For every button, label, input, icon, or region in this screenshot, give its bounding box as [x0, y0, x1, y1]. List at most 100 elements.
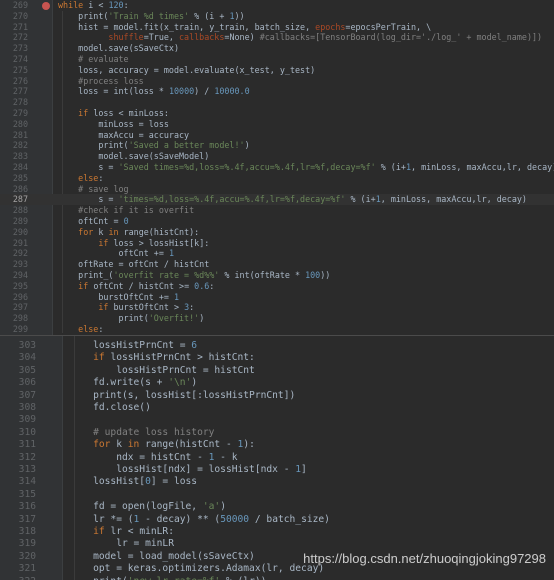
line-number: 275 — [12, 64, 28, 75]
code-line[interactable]: 277 loss = int(loss * 10000) / 10000.0 — [0, 86, 554, 97]
code-token: : — [123, 0, 129, 10]
code-text: loss, accuracy = model.evaluate(x_test, … — [58, 65, 315, 76]
code-token: minLoss = loss — [58, 118, 169, 129]
code-line[interactable]: 299 else: — [0, 324, 554, 335]
code-token: - k — [214, 451, 238, 463]
code-line[interactable]: 322 print('new lr rate=%f' % (lr)) — [0, 576, 554, 580]
code-line[interactable]: 283 model.save(sSaveModel) — [0, 151, 554, 162]
code-line[interactable]: 316 fd = open(logFile, 'a') — [0, 501, 554, 513]
code-token: - decay) ** ( — [139, 513, 221, 525]
code-token: if — [78, 280, 94, 291]
code-line[interactable]: 273 model.save(sSaveCtx) — [0, 43, 554, 54]
code-line[interactable]: 317 lr *= (1 - decay) ** (50000 / batch_… — [0, 514, 554, 526]
code-token: < — [93, 0, 109, 10]
code-token: : — [189, 302, 195, 313]
code-token: loss < minLoss: — [93, 108, 169, 118]
code-token: : — [98, 172, 104, 183]
code-token: '\n' — [168, 377, 192, 389]
code-line[interactable]: 287 s = 'times=%d,loss=%.4f,accu=%.4f,lr… — [0, 194, 554, 206]
code-line[interactable]: 275 loss, accuracy = model.evaluate(x_te… — [0, 65, 554, 76]
code-line[interactable]: 290 for k in range(histCnt): — [0, 227, 554, 238]
code-line[interactable]: 309 — [0, 414, 554, 426]
code-line[interactable]: 284 s = 'Saved times=%d,loss=%.4f,accu=%… — [0, 162, 554, 173]
code-token: oftCnt += — [58, 248, 169, 259]
code-line[interactable]: 319 lr = minLR — [0, 538, 554, 550]
code-line[interactable]: 308 fd.close() — [0, 402, 554, 414]
code-line[interactable]: 289 oftCnt = 0 — [0, 216, 554, 227]
code-token: # update loss history — [70, 426, 215, 438]
code-line[interactable]: 274 # evaluate — [0, 54, 554, 65]
code-line[interactable]: 312 ndx = histCnt - 1 - k — [0, 452, 554, 464]
code-line[interactable]: 293 oftRate = oftCnt / histCnt — [0, 259, 554, 270]
code-token: loss, accuracy = model.evaluate(x_test, … — [58, 64, 316, 75]
code-line[interactable]: 314 lossHist[0] = loss — [0, 476, 554, 488]
code-line[interactable]: 271 hist = model.fit(x_train, y_train, b… — [0, 22, 554, 33]
line-number: 308 — [18, 402, 36, 413]
code-text: opt = keras.optimizers.Adamax(lr, decay) — [70, 563, 324, 575]
code-text: hist = model.fit(x_train, y_train, batch… — [58, 22, 431, 33]
code-line[interactable]: 278 — [0, 97, 554, 108]
code-token: print_( — [58, 270, 114, 280]
code-line[interactable]: 297 if burstOftCnt > 3: — [0, 302, 554, 313]
code-line[interactable]: 282 print('Saved a better model!') — [0, 140, 554, 151]
code-text: maxAccu = accuracy — [58, 130, 189, 141]
code-line[interactable]: 311 for k in range(histCnt - 1): — [0, 439, 554, 451]
code-line[interactable]: 291 if loss > lossHist[k]: — [0, 238, 554, 249]
line-number: 320 — [18, 550, 36, 562]
code-token: print( — [58, 10, 109, 21]
code-line[interactable]: 310 # update loss history — [0, 427, 554, 439]
line-number: 290 — [12, 226, 28, 237]
code-text: if lossHistPrnCnt > histCnt: — [70, 352, 255, 364]
line-number: 279 — [12, 108, 28, 118]
code-line[interactable]: 305 lossHistPrnCnt = histCnt — [0, 365, 554, 377]
line-number: 322 — [0, 576, 36, 580]
code-line[interactable]: 318 if lr < minLR: — [0, 526, 554, 538]
code-token: if — [98, 237, 114, 248]
code-line[interactable]: 272 shuffle=True, callbacks=None) #callb… — [0, 32, 554, 43]
code-line[interactable]: 294 print_('overfit rate = %d%%' % int(o… — [0, 270, 554, 281]
code-line[interactable]: 296 burstOftCnt += 1 — [0, 292, 554, 303]
code-line[interactable]: 276 #process loss — [0, 76, 554, 87]
code-token: else — [78, 172, 99, 183]
code-token: 1 — [168, 248, 174, 259]
code-line[interactable]: 279 if loss < minLoss: — [0, 108, 554, 119]
code-line[interactable]: 307 print(s, lossHist[:lossHistPrnCnt]) — [0, 390, 554, 402]
code-text: for k in range(histCnt - 1): — [70, 439, 255, 451]
code-line[interactable]: 304 if lossHistPrnCnt > histCnt: — [0, 352, 554, 364]
code-line[interactable]: 270 print('Train %d times' % (i + 1)) — [0, 11, 554, 22]
code-token: =True, — [143, 32, 180, 43]
code-token: lossHist[ndx] = lossHist[ndx - — [70, 464, 296, 475]
code-line[interactable]: 269 while i < 120: — [0, 0, 554, 11]
code-line[interactable]: 313 lossHist[ndx] = lossHist[ndx - 1] — [0, 464, 554, 476]
code-text: lr *= (1 - decay) ** (50000 / batch_size… — [70, 514, 330, 526]
code-line[interactable]: 281 maxAccu = accuracy — [0, 130, 554, 141]
code-text: ndx = histCnt - 1 - k — [70, 451, 238, 464]
code-line[interactable]: 280 minLoss = loss — [0, 119, 554, 130]
code-line[interactable]: 292 oftCnt += 1 — [0, 248, 554, 259]
code-line[interactable]: 303 lossHistPrnCnt = 6 — [0, 340, 554, 352]
code-line[interactable]: 295 if oftCnt / histCnt >= 0.6: — [0, 281, 554, 292]
code-token: % (i+ — [345, 194, 376, 205]
code-line[interactable]: 288 #check if it is overfit — [0, 205, 554, 216]
code-line[interactable]: 285 else: — [0, 173, 554, 184]
code-line[interactable]: 306 fd.write(s + '\n') — [0, 377, 554, 389]
line-number: 299 — [12, 324, 28, 334]
editor-pane-top[interactable]: 269 while i < 120: 270 print('Train %d tim… — [0, 0, 554, 336]
code-line[interactable]: 315 — [0, 489, 554, 501]
code-text: if loss > lossHist[k]: — [58, 238, 209, 249]
code-line[interactable]: 286 # save log — [0, 184, 554, 195]
code-line[interactable]: 298 print('Overfit!') — [0, 313, 554, 324]
code-token: 'Overfit!' — [148, 313, 200, 324]
line-number: 277 — [12, 86, 28, 97]
code-token: 100 — [305, 270, 321, 280]
code-token: in — [127, 439, 146, 451]
code-token: maxAccu = accuracy — [58, 129, 190, 140]
editor-pane-bottom[interactable]: 303 lossHistPrnCnt = 6 304 if lossHistPrn… — [0, 336, 554, 580]
code-text: if oftCnt / histCnt >= 0.6: — [58, 281, 214, 292]
code-token: s = — [58, 162, 119, 172]
code-text: s = 'Saved times=%d,loss=%.4f,accu=%.4f,… — [58, 162, 554, 173]
